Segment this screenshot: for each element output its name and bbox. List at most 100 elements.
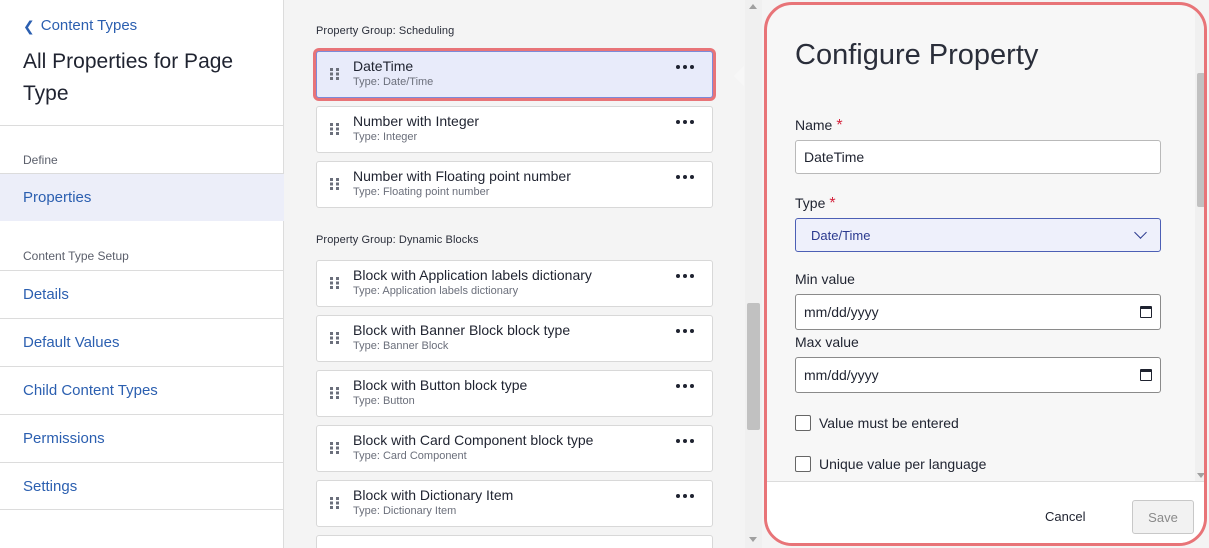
sidebar-item-details[interactable]: Details: [0, 270, 284, 318]
scroll-up-arrow-icon[interactable]: [749, 4, 757, 9]
scroll-down-arrow-icon[interactable]: [749, 537, 757, 542]
property-type: Type: Banner Block: [353, 340, 449, 352]
sidebar-item-properties[interactable]: Properties: [0, 173, 284, 221]
section-label-define: Define: [23, 153, 58, 167]
property-type: Type: Application labels dictionary: [353, 285, 519, 297]
drag-handle-icon[interactable]: [329, 386, 341, 400]
value-required-checkbox[interactable]: [795, 415, 811, 431]
drag-handle-icon[interactable]: [329, 177, 341, 191]
property-type: Type: Integer: [353, 131, 418, 143]
property-card-partial[interactable]: [316, 535, 713, 548]
property-name: Block with Application labels dictionary: [353, 267, 592, 283]
type-select[interactable]: Date/Time: [795, 218, 1161, 252]
cancel-button[interactable]: Cancel: [1045, 509, 1085, 524]
sidebar-item-settings[interactable]: Settings: [0, 462, 284, 510]
more-options-icon[interactable]: [676, 439, 694, 443]
scroll-down-arrow-icon[interactable]: [1197, 473, 1204, 478]
scroll-up-arrow-icon[interactable]: [1197, 8, 1204, 13]
group-label-scheduling: Property Group: Scheduling: [316, 25, 455, 37]
type-field-label: Type *: [795, 195, 836, 213]
value-required-row[interactable]: Value must be entered: [795, 415, 959, 431]
calendar-icon[interactable]: [1140, 369, 1152, 381]
drag-handle-icon[interactable]: [329, 441, 341, 455]
divider: [0, 125, 284, 126]
min-value-placeholder: mm/dd/yyyy: [804, 304, 879, 320]
name-label-text: Name: [795, 117, 833, 133]
sidebar-item-label: Permissions: [23, 430, 105, 447]
property-name: Number with Integer: [353, 113, 480, 129]
section-label-setup: Content Type Setup: [23, 249, 129, 263]
sidebar-item-label: Properties: [23, 189, 92, 206]
calendar-icon[interactable]: [1140, 306, 1152, 318]
name-field-label: Name *: [795, 117, 843, 135]
sidebar-item-child-content-types[interactable]: Child Content Types: [0, 366, 284, 414]
more-options-icon[interactable]: [676, 494, 694, 498]
property-type: Type: Button: [353, 395, 415, 407]
min-value-label: Min value: [795, 271, 855, 287]
property-list: Property Group: Scheduling DateTime Type…: [284, 0, 745, 548]
property-name: Block with Button block type: [353, 377, 528, 393]
property-card-datetime[interactable]: DateTime Type: Date/Time: [316, 51, 713, 98]
group-label-dynamic-blocks: Property Group: Dynamic Blocks: [316, 234, 479, 246]
more-options-icon[interactable]: [676, 274, 694, 278]
property-card-block-app-labels[interactable]: Block with Application labels dictionary…: [316, 260, 713, 307]
property-card-block-button[interactable]: Block with Button block type Type: Butto…: [316, 370, 713, 417]
property-name: Block with Dictionary Item: [353, 487, 514, 503]
property-card-number-integer[interactable]: Number with Integer Type: Integer: [316, 106, 713, 153]
sidebar-item-permissions[interactable]: Permissions: [0, 414, 284, 462]
required-marker: *: [836, 117, 843, 134]
sidebar-item-label: Default Values: [23, 334, 120, 351]
property-card-block-dictionary[interactable]: Block with Dictionary Item Type: Diction…: [316, 480, 713, 527]
panel-title: Configure Property: [795, 39, 1039, 71]
back-to-content-types-link[interactable]: ❮ Content Types: [23, 17, 137, 34]
configure-property-panel: Configure Property Name * DateTime Type * …: [764, 2, 1207, 546]
panel-footer: Cancel Save: [767, 481, 1204, 543]
drag-handle-icon[interactable]: [329, 496, 341, 510]
property-card-number-float[interactable]: Number with Floating point number Type: …: [316, 161, 713, 208]
scrollbar-thumb[interactable]: [1197, 73, 1204, 207]
chevron-down-icon: [1134, 226, 1147, 239]
save-button[interactable]: Save: [1132, 500, 1194, 534]
sidebar-item-label: Details: [23, 286, 69, 303]
sidebar-item-default-values[interactable]: Default Values: [0, 318, 284, 366]
property-name: Block with Card Component block type: [353, 432, 594, 448]
required-marker: *: [829, 195, 836, 212]
scrollbar-thumb[interactable]: [747, 303, 760, 430]
sidebar-item-label: Child Content Types: [23, 382, 158, 399]
unique-per-language-checkbox[interactable]: [795, 456, 811, 472]
type-select-value: Date/Time: [811, 227, 871, 243]
drag-handle-icon[interactable]: [329, 122, 341, 136]
unique-per-language-row[interactable]: Unique value per language: [795, 456, 986, 472]
drag-handle-icon[interactable]: [329, 276, 341, 290]
more-options-icon[interactable]: [676, 329, 694, 333]
more-options-icon[interactable]: [676, 384, 694, 388]
back-link-label: Content Types: [40, 17, 138, 34]
more-options-icon[interactable]: [676, 65, 694, 69]
page-title: All Properties for Page Type: [23, 50, 234, 105]
name-input[interactable]: DateTime: [795, 140, 1161, 174]
max-value-placeholder: mm/dd/yyyy: [804, 367, 879, 383]
property-name: Block with Banner Block block type: [353, 322, 571, 338]
property-name: DateTime: [353, 58, 414, 74]
value-required-label: Value must be entered: [819, 415, 959, 431]
property-card-block-card[interactable]: Block with Card Component block type Typ…: [316, 425, 713, 472]
more-options-icon[interactable]: [676, 120, 694, 124]
panel-pointer: [734, 66, 744, 86]
max-value-date-input[interactable]: mm/dd/yyyy: [795, 357, 1161, 393]
property-type: Type: Date/Time: [353, 76, 434, 88]
type-label-text: Type: [795, 195, 826, 211]
property-name: Number with Floating point number: [353, 168, 571, 184]
property-type: Type: Card Component: [353, 450, 467, 462]
property-type: Type: Dictionary Item: [353, 505, 457, 517]
max-value-label: Max value: [795, 334, 859, 350]
drag-handle-icon[interactable]: [329, 331, 341, 345]
drag-handle-icon[interactable]: [329, 67, 341, 81]
sidebar-item-label: Settings: [23, 477, 78, 495]
min-value-date-input[interactable]: mm/dd/yyyy: [795, 294, 1161, 330]
unique-per-language-label: Unique value per language: [819, 456, 987, 472]
property-card-block-banner[interactable]: Block with Banner Block block type Type:…: [316, 315, 713, 362]
panel-scrollbar[interactable]: [1195, 5, 1204, 481]
chevron-left-icon: ❮: [23, 17, 35, 34]
property-list-scrollbar[interactable]: [745, 0, 762, 548]
more-options-icon[interactable]: [676, 175, 694, 179]
